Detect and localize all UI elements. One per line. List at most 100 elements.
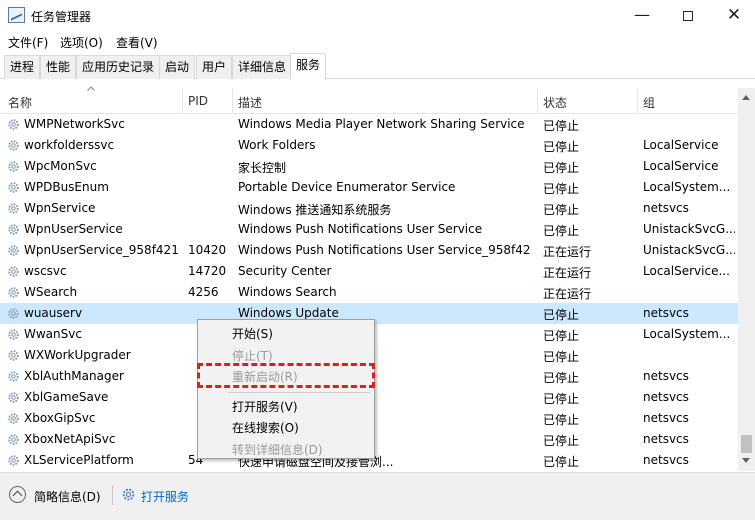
- service-name: XboxGipSvc: [24, 411, 96, 425]
- service-status: 正在运行: [543, 287, 592, 301]
- menu-bar: 文件(F) 选项(O) 查看(V): [0, 30, 755, 52]
- table-row[interactable]: wscsvc 14720 Security Center 正在运行 LocalServi…: [0, 261, 738, 282]
- service-name: WpnUserService_958f421c: [24, 243, 179, 257]
- service-gear-icon: [8, 245, 19, 256]
- service-name: XblAuthManager: [24, 369, 124, 383]
- tab-bar: 进程 性能 应用历史记录 启动 用户 详细信息 服务: [0, 53, 755, 80]
- service-pid: 10420: [188, 243, 227, 257]
- table-row[interactable]: WpnUserService_958f421c 10420 Windows Push…: [0, 240, 738, 261]
- minimize-button[interactable]: —: [619, 0, 665, 30]
- service-status: 已停止: [543, 161, 580, 175]
- fewer-details-link[interactable]: 简略信息(D): [34, 488, 101, 505]
- service-pid: 14720: [188, 264, 227, 278]
- service-description: Windows 推送通知系统服务: [238, 203, 392, 217]
- column-description[interactable]: 描述: [238, 94, 262, 111]
- maximize-button[interactable]: [665, 0, 711, 30]
- service-group: LocalSystem...: [643, 180, 731, 194]
- service-gear-icon: [8, 308, 19, 319]
- service-name: wuauserv: [24, 306, 83, 320]
- service-gear-icon: [8, 203, 19, 214]
- open-services-link[interactable]: 打开服务: [141, 488, 189, 505]
- table-row[interactable]: WSearch 4256 Windows Search 正在运行: [0, 282, 738, 303]
- service-status: 已停止: [543, 119, 580, 133]
- service-name: WpnUserService: [24, 222, 123, 236]
- task-manager-icon: [8, 7, 25, 23]
- menu-file[interactable]: 文件(F): [8, 34, 48, 51]
- service-status: 已停止: [543, 455, 580, 469]
- tab-performance[interactable]: 性能: [40, 55, 77, 79]
- table-row[interactable]: WMPNetworkSvc Windows Media Player Networ…: [0, 114, 738, 135]
- tab-startup[interactable]: 启动: [159, 55, 196, 79]
- service-status: 已停止: [543, 140, 580, 154]
- service-group: LocalSystem...: [643, 327, 731, 341]
- service-gear-icon: [8, 329, 19, 340]
- table-row[interactable]: WPDBusEnum Portable Device Enumerator Ser…: [0, 177, 738, 198]
- service-status: 正在运行: [543, 245, 592, 259]
- tab-services[interactable]: 服务: [290, 53, 327, 80]
- service-gear-icon: [8, 413, 19, 424]
- menu-open-services[interactable]: 打开服务(V): [232, 398, 298, 415]
- window-title: 任务管理器: [31, 10, 92, 24]
- service-status: 已停止: [543, 413, 580, 427]
- column-divider[interactable]: [537, 88, 538, 114]
- table-row[interactable]: workfolderssvc Work Folders 已停止 LocalServic…: [0, 135, 738, 156]
- column-name[interactable]: 名称: [8, 94, 32, 111]
- menu-view[interactable]: 查看(V): [116, 34, 158, 51]
- menu-options[interactable]: 选项(O): [60, 34, 103, 51]
- column-divider[interactable]: [182, 88, 183, 114]
- close-button[interactable]: ✕: [711, 0, 755, 30]
- service-gear-icon: [8, 119, 19, 130]
- menu-start[interactable]: 开始(S): [232, 325, 273, 342]
- table-row[interactable]: WpcMonSvc 家长控制 已停止 LocalService: [0, 156, 738, 177]
- service-status: 正在运行: [543, 266, 592, 280]
- service-gear-icon: [8, 434, 19, 445]
- service-name: workfolderssvc: [24, 138, 115, 152]
- service-name: WpnService: [24, 201, 96, 215]
- table-row[interactable]: WpnUserService Windows Push Notifications…: [0, 219, 738, 240]
- service-group: UnistackSvcG...: [643, 243, 735, 257]
- service-gear-icon: [8, 161, 19, 172]
- column-divider[interactable]: [232, 88, 233, 114]
- service-status: 已停止: [543, 434, 580, 448]
- service-name: WMPNetworkSvc: [24, 117, 125, 131]
- menu-search-online[interactable]: 在线搜索(O): [232, 419, 299, 436]
- service-group: UnistackSvcG...: [643, 222, 735, 236]
- column-pid[interactable]: PID: [188, 94, 208, 108]
- service-group: netsvcs: [643, 432, 689, 446]
- tab-processes[interactable]: 进程: [4, 55, 41, 79]
- service-status: 已停止: [543, 308, 580, 322]
- collapse-icon[interactable]: [9, 486, 26, 503]
- scroll-down-icon[interactable]: [742, 458, 750, 463]
- scroll-up-icon[interactable]: [742, 95, 750, 100]
- service-gear-icon: [8, 140, 19, 151]
- tab-details[interactable]: 详细信息: [232, 55, 293, 79]
- service-group: LocalService...: [643, 264, 730, 278]
- tab-users[interactable]: 用户: [196, 55, 233, 79]
- service-name: WpcMonSvc: [24, 159, 97, 173]
- service-gear-icon: [8, 455, 19, 466]
- restart-highlight-box: [197, 363, 375, 388]
- menu-goto-details: 转到详细信息(D): [232, 443, 323, 457]
- tab-app-history[interactable]: 应用历史记录: [76, 55, 161, 79]
- column-status[interactable]: 状态: [543, 94, 567, 111]
- service-name: WPDBusEnum: [24, 180, 109, 194]
- services-gear-icon: [122, 488, 135, 501]
- vertical-scrollbar[interactable]: [738, 88, 755, 471]
- scrollbar-thumb[interactable]: [741, 435, 752, 453]
- service-description: Security Center: [238, 264, 332, 278]
- service-group: netsvcs: [643, 201, 689, 215]
- service-group: netsvcs: [643, 453, 689, 467]
- column-group[interactable]: 组: [643, 94, 655, 111]
- service-status: 已停止: [543, 350, 580, 364]
- table-row[interactable]: WpnService Windows 推送通知系统服务 已停止 netsvcs: [0, 198, 738, 219]
- service-group: LocalService: [643, 159, 719, 173]
- service-name: XLServicePlatform: [24, 453, 134, 467]
- service-description: Portable Device Enumerator Service: [238, 180, 456, 194]
- service-name: WwanSvc: [24, 327, 82, 341]
- service-gear-icon: [8, 182, 19, 193]
- service-pid: 4256: [188, 285, 219, 299]
- service-group: netsvcs: [643, 369, 689, 383]
- service-name: wscsvc: [24, 264, 67, 278]
- service-description: Windows Search: [238, 285, 337, 299]
- column-divider[interactable]: [637, 88, 638, 114]
